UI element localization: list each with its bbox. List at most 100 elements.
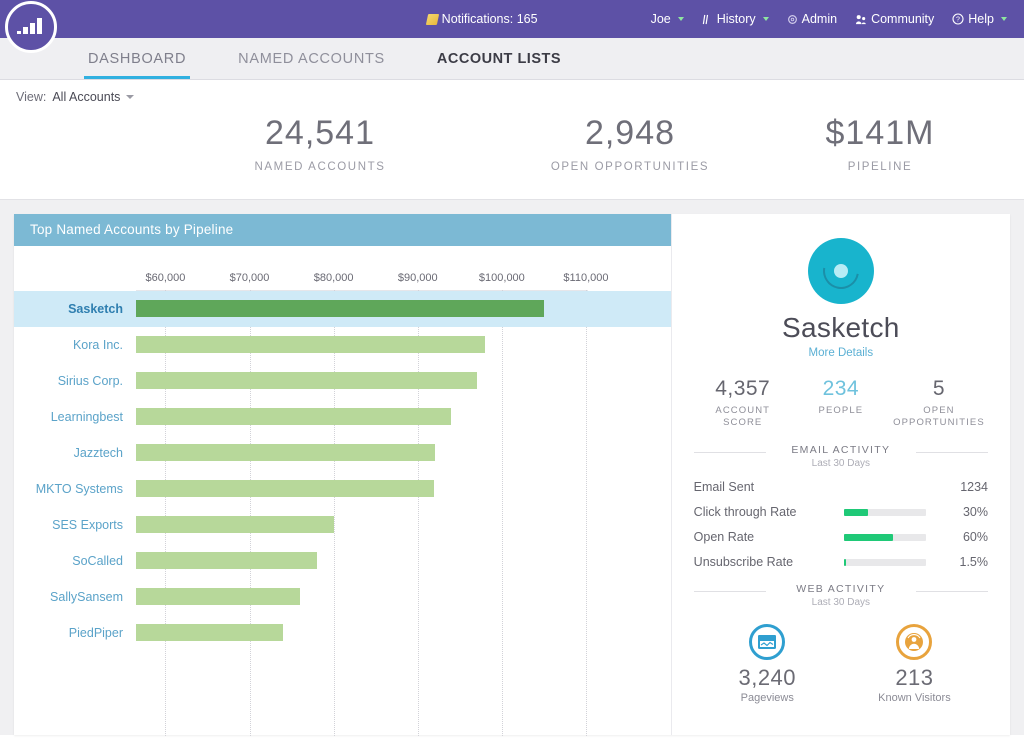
stat-open-opportunities-label: OPEN OPPORTUNITIES	[890, 405, 988, 431]
nav-community-label: Community	[871, 12, 934, 26]
flag-icon	[426, 14, 439, 25]
chart-rows: Sasketch Kora Inc. Sirius Corp. Learningbes…	[14, 291, 671, 651]
chart-row-label[interactable]: Sasketch	[14, 302, 136, 316]
web-activity-title: WEB ACTIVITY	[694, 583, 988, 595]
stat-account-score: 4,357 ACCOUNT SCORE	[694, 377, 792, 431]
view-select[interactable]: All Accounts	[52, 90, 134, 104]
chart-bar[interactable]	[136, 516, 334, 533]
chart-row-label[interactable]: SallySansem	[14, 590, 136, 604]
chart-row[interactable]: Learningbest	[14, 399, 671, 435]
browser-window-icon	[749, 624, 785, 660]
email-activity-rows: Email Sent1234Click through Rate30%Open …	[694, 480, 988, 569]
account-name: Sasketch	[694, 312, 988, 344]
notifications-item[interactable]: Notifications: 165	[418, 12, 547, 26]
chart-bar[interactable]	[136, 300, 544, 317]
email-activity-progress-bar	[844, 509, 926, 516]
chart-section: Top Named Accounts by Pipeline $60,000$7…	[14, 214, 671, 735]
chart-row[interactable]: SES Exports	[14, 507, 671, 543]
email-activity-row-label: Email Sent	[694, 480, 844, 494]
web-activity-subtitle: Last 30 Days	[694, 597, 988, 608]
help-circle-icon: ?	[952, 13, 964, 25]
chart-row-label[interactable]: SES Exports	[14, 518, 136, 532]
nav-item-admin[interactable]: Admin	[778, 12, 846, 26]
web-activity-header: WEB ACTIVITY Last 30 Days	[694, 583, 988, 608]
nav-item-history[interactable]: History	[693, 12, 778, 26]
nav-item-help[interactable]: ? Help	[943, 12, 1016, 26]
browser-glyph	[757, 632, 777, 652]
chart-row-label[interactable]: SoCalled	[14, 554, 136, 568]
people-icon	[855, 14, 867, 25]
chart-bar[interactable]	[136, 480, 434, 497]
chart-bar[interactable]	[136, 624, 283, 641]
chart-row[interactable]: SoCalled	[14, 543, 671, 579]
tab-named-accounts[interactable]: NAMED ACCOUNTS	[212, 38, 411, 79]
chart-row[interactable]: Kora Inc.	[14, 327, 671, 363]
chart-row-label[interactable]: Sirius Corp.	[14, 374, 136, 388]
tab-account-lists[interactable]: ACCOUNT LISTS	[411, 38, 587, 79]
stat-people-value: 234	[792, 377, 890, 401]
chart-row[interactable]: Jazztech	[14, 435, 671, 471]
dashboard-body: Top Named Accounts by Pipeline $60,000$7…	[0, 200, 1024, 735]
chart-row-label[interactable]: PiedPiper	[14, 626, 136, 640]
chart-row[interactable]: MKTO Systems	[14, 471, 671, 507]
nav-item-community[interactable]: Community	[846, 12, 943, 26]
chart-bar[interactable]	[136, 408, 451, 425]
chart-bar[interactable]	[136, 444, 435, 461]
view-label: View:	[16, 90, 46, 104]
nav-history-label: History	[717, 12, 756, 26]
stat-people-label: PEOPLE	[792, 405, 890, 418]
kpi-pipeline: $141M PIPELINE	[760, 112, 1000, 173]
visitor-glyph	[904, 632, 924, 652]
tab-dashboard-label: DASHBOARD	[88, 51, 186, 67]
email-activity-row-value: 60%	[926, 530, 988, 544]
progress-fill	[844, 534, 893, 541]
more-details-link[interactable]: More Details	[694, 347, 988, 359]
progress-fill	[844, 509, 869, 516]
kpi-named-accounts-value: 24,541	[140, 112, 500, 155]
chevron-down-icon	[1001, 17, 1007, 21]
divider-left	[694, 452, 766, 453]
web-activity-row: 3,240 Pageviews 213 Known Visitors	[694, 624, 988, 704]
chart-row[interactable]: PiedPiper	[14, 615, 671, 651]
email-activity-row: Open Rate60%	[694, 530, 988, 544]
x-axis-tick-label: $100,000	[479, 272, 525, 284]
tab-dashboard[interactable]: DASHBOARD	[62, 38, 212, 79]
chart-row-label[interactable]: Learningbest	[14, 410, 136, 424]
chart-bar[interactable]	[136, 372, 477, 389]
divider-right	[916, 591, 988, 592]
email-activity-row-value: 1.5%	[926, 555, 988, 569]
chart-row[interactable]: Sasketch	[14, 291, 671, 327]
stat-account-score-label: ACCOUNT SCORE	[694, 405, 792, 431]
email-activity-subtitle: Last 30 Days	[694, 458, 988, 469]
view-selected-value: All Accounts	[52, 90, 120, 104]
account-stats-row: 4,357 ACCOUNT SCORE 234 PEOPLE 5 OPEN OP…	[694, 377, 988, 431]
nav-item-user[interactable]: Joe	[642, 12, 693, 26]
gear-icon	[787, 14, 798, 25]
divider-left	[694, 591, 766, 592]
email-activity-row-value: 1234	[926, 480, 988, 494]
stat-open-opportunities: 5 OPEN OPPORTUNITIES	[890, 377, 988, 431]
kpi-pipeline-label: PIPELINE	[760, 161, 1000, 173]
chart-row-label[interactable]: MKTO Systems	[14, 482, 136, 496]
chart-bar[interactable]	[136, 588, 300, 605]
chart-row-label[interactable]: Kora Inc.	[14, 338, 136, 352]
stat-label-line1: ACCOUNT	[715, 405, 770, 416]
history-icon	[702, 14, 713, 25]
nav-help-label: Help	[968, 12, 994, 26]
email-activity-header: EMAIL ACTIVITY Last 30 Days	[694, 444, 988, 469]
view-filter-row: View: All Accounts	[0, 80, 1024, 104]
chart-x-axis: $60,000$70,000$80,000$90,000$100,000$110…	[14, 246, 671, 290]
kpi-open-opportunities-label: OPEN OPPORTUNITIES	[500, 161, 760, 173]
chart-row[interactable]: Sirius Corp.	[14, 363, 671, 399]
chart-row-label[interactable]: Jazztech	[14, 446, 136, 460]
visitor-radar-icon	[896, 624, 932, 660]
email-activity-row-label: Unsubscribe Rate	[694, 555, 844, 569]
top-navigation-bar: Notifications: 165 Joe History Admin Com…	[0, 0, 1024, 38]
chart-bar[interactable]	[136, 336, 485, 353]
kpi-named-accounts-label: NAMED ACCOUNTS	[140, 161, 500, 173]
x-axis-tick-label: $90,000	[398, 272, 438, 284]
chart-row[interactable]: SallySansem	[14, 579, 671, 615]
chart-bar[interactable]	[136, 552, 317, 569]
marketo-bars-logo[interactable]	[5, 1, 57, 53]
email-activity-row: Email Sent 1234	[694, 480, 988, 494]
